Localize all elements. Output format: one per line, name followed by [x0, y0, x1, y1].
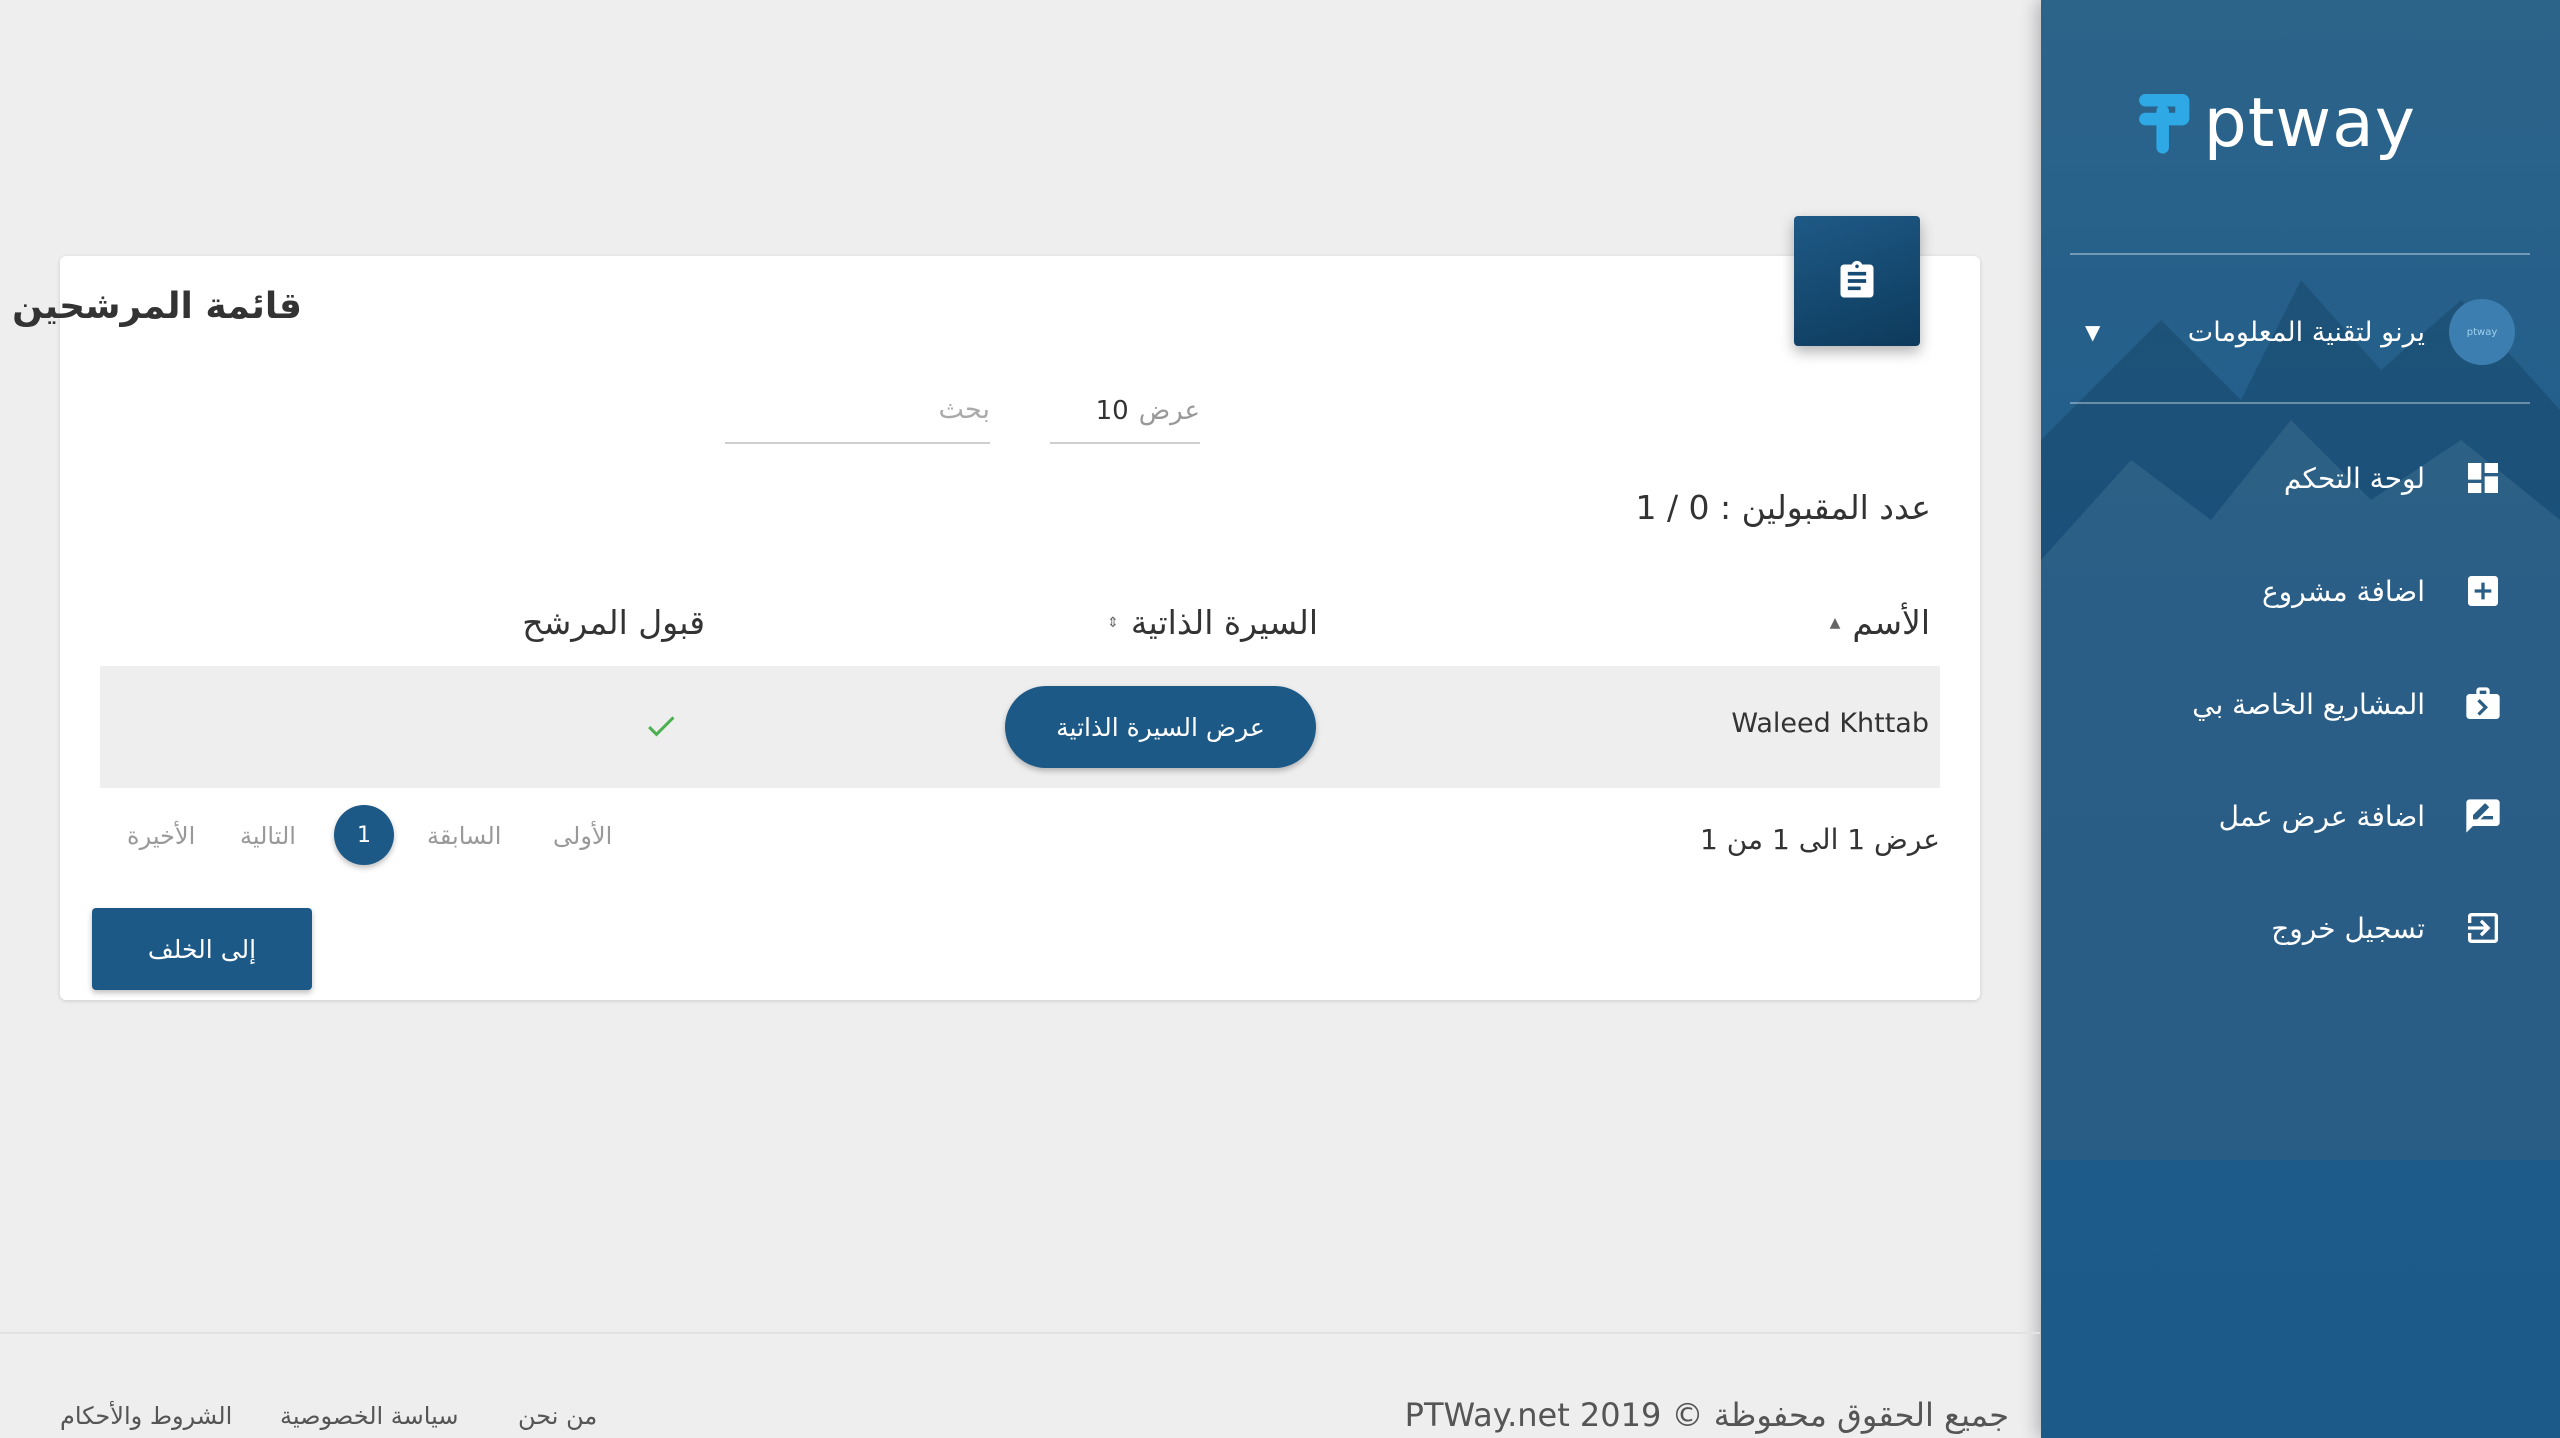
footer-copyright: جميع الحقوق محفوظة © 2019 PTWay.net: [1404, 1396, 2009, 1434]
pagination-previous[interactable]: السابقة: [427, 822, 501, 850]
column-header-label: الأسم: [1852, 603, 1930, 642]
footer-divider: [0, 1332, 2040, 1334]
logout-icon: [2461, 906, 2505, 950]
pagination-next[interactable]: التالية: [240, 822, 296, 850]
clipboard-icon: [1794, 216, 1920, 346]
sidebar-item-logout[interactable]: تسجيل خروج: [2271, 898, 2505, 958]
accepted-count-value: 1 / 0: [1635, 488, 1710, 527]
ptway-logo-text: ptway: [2203, 83, 2416, 163]
sidebar-item-dashboard[interactable]: لوحة التحكم: [2284, 448, 2505, 508]
column-header-label: قبول المرشح: [522, 603, 705, 642]
rate-review-icon: [2461, 794, 2505, 838]
add-box-icon: [2461, 569, 2505, 613]
footer-link-terms[interactable]: الشروط والأحكام: [60, 1402, 232, 1430]
sidebar: ptway ptway يرنو لتقنية المعلومات ▼ لوحة…: [2041, 0, 2560, 1438]
sidebar-divider: [2070, 253, 2530, 255]
sidebar-item-label: المشاريع الخاصة بي: [2192, 687, 2425, 721]
ptway-logo-mark: [2139, 93, 2190, 154]
search-field: [725, 380, 990, 444]
sidebar-item-label: اضافة مشروع: [2261, 574, 2425, 608]
pagination-current-page[interactable]: 1: [334, 805, 394, 865]
accepted-count: عدد المقبولين : 1 / 0: [1635, 488, 1931, 527]
page-title: قائمة المرشحين: [12, 286, 302, 327]
column-header-name[interactable]: الأسم ▲: [1830, 603, 1930, 642]
check-icon[interactable]: [641, 708, 681, 744]
caret-down-icon[interactable]: ▼: [2085, 320, 2100, 344]
column-header-cv[interactable]: السيرة الذاتية ⇕: [1107, 603, 1318, 642]
sort-asc-icon[interactable]: ▲: [1830, 616, 1841, 630]
candidate-name: Waleed Khttab: [1731, 708, 1929, 739]
pagination-first[interactable]: الأولى: [553, 822, 612, 850]
pagination-last[interactable]: الأخيرة: [127, 822, 195, 850]
sidebar-item-my-projects[interactable]: المشاريع الخاصة بي: [2192, 674, 2505, 734]
candidates-card: [60, 256, 1980, 1000]
pagination-info: عرض 1 الى 1 من 1: [1700, 823, 1940, 856]
sort-icon[interactable]: ⇕: [1107, 616, 1119, 630]
sidebar-item-add-project[interactable]: اضافة مشروع: [2262, 561, 2505, 621]
briefcase-icon: [2461, 682, 2505, 726]
page-size-value: 10: [1095, 396, 1129, 426]
ptway-logo[interactable]: ptway: [2136, 78, 2416, 168]
company-name: يرنو لتقنية المعلومات: [2187, 316, 2425, 348]
footer-link-privacy[interactable]: سياسة الخصوصية: [280, 1402, 458, 1430]
footer-link-about[interactable]: من نحن: [518, 1402, 597, 1430]
page-size-label: عرض: [1138, 396, 1200, 426]
column-header-label: السيرة الذاتية: [1130, 603, 1318, 642]
page-size-select[interactable]: عرض 10: [1050, 380, 1200, 444]
sidebar-item-label: تسجيل خروج: [2271, 911, 2425, 945]
dashboard-icon: [2461, 456, 2505, 500]
accepted-count-label: عدد المقبولين :: [1720, 488, 1931, 527]
view-cv-button[interactable]: عرض السيرة الذاتية: [1005, 686, 1316, 768]
back-button[interactable]: إلى الخلف: [92, 908, 312, 990]
company-avatar: ptway: [2449, 299, 2515, 365]
sidebar-item-add-offer[interactable]: اضافة عرض عمل: [2219, 786, 2505, 846]
column-header-accept: قبول المرشح: [522, 603, 705, 642]
search-input[interactable]: [725, 380, 990, 438]
company-switcher[interactable]: ptway يرنو لتقنية المعلومات ▼: [2085, 292, 2515, 372]
sidebar-item-label: لوحة التحكم: [2283, 461, 2425, 495]
sidebar-item-label: اضافة عرض عمل: [2218, 799, 2425, 833]
sidebar-divider: [2070, 402, 2530, 404]
